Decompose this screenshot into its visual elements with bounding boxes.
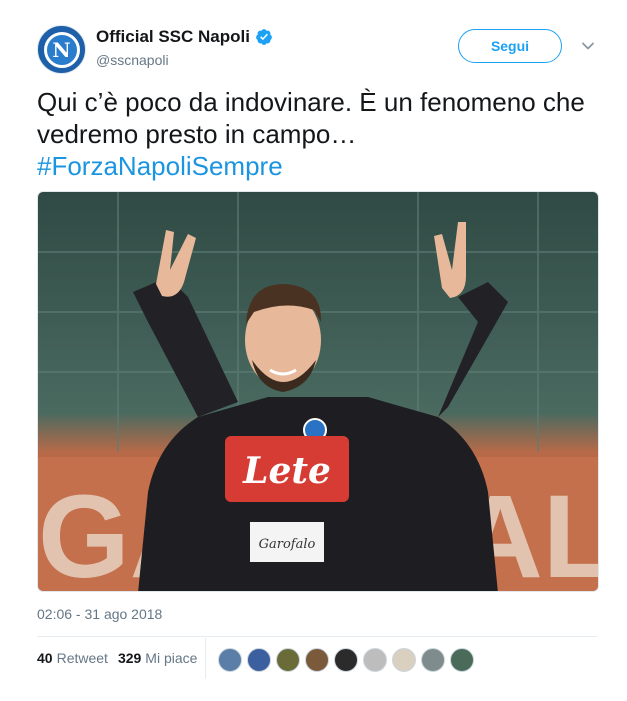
photo-illustration: GAROFALO Lete Garofalo: [38, 192, 598, 591]
liker-avatars: [218, 648, 479, 672]
stats-divider: [205, 638, 206, 679]
sponsor-logo: Lete: [242, 450, 331, 492]
tweet-card: N Official SSC Napoli @sscnapoli Segui Q…: [0, 0, 627, 701]
hashtag-link[interactable]: #ForzaNapoliSempre: [37, 151, 283, 181]
liker-avatar[interactable]: [247, 648, 271, 672]
napoli-logo-icon: N: [43, 31, 80, 68]
liker-avatar[interactable]: [305, 648, 329, 672]
liker-avatar[interactable]: [334, 648, 358, 672]
liker-avatar[interactable]: [276, 648, 300, 672]
tweet-photo[interactable]: GAROFALO Lete Garofalo: [37, 191, 599, 592]
avatar-letter: N: [52, 37, 71, 62]
liker-avatar[interactable]: [421, 648, 445, 672]
retweets-stat[interactable]: 40 Retweet: [37, 650, 108, 666]
verified-badge-icon: [256, 29, 272, 45]
likes-label: Mi piace: [145, 650, 198, 666]
handle[interactable]: @sscnapoli: [96, 52, 169, 68]
divider: [37, 636, 597, 637]
patch-logo: Garofalo: [259, 537, 316, 552]
follow-button-label: Segui: [490, 38, 530, 54]
chevron-down-icon[interactable]: [580, 38, 596, 54]
liker-avatar[interactable]: [450, 648, 474, 672]
liker-avatar[interactable]: [392, 648, 416, 672]
tweet-body: Qui c’è poco da indovinare. È un fenomen…: [37, 87, 585, 149]
tweet-stats: 40 Retweet 329 Mi piace: [37, 650, 207, 666]
follow-button[interactable]: Segui: [458, 29, 562, 63]
retweets-count: 40: [37, 650, 53, 666]
name-row: Official SSC Napoli: [96, 27, 273, 47]
tweet-text: Qui c’è poco da indovinare. È un fenomen…: [37, 86, 592, 182]
retweets-label: Retweet: [56, 650, 108, 666]
likes-count: 329: [117, 650, 142, 666]
tweet-timestamp[interactable]: 02:06 - 31 ago 2018: [37, 606, 162, 622]
likes-stat[interactable]: 329 Mi piace: [118, 650, 198, 666]
display-name[interactable]: Official SSC Napoli: [96, 27, 250, 47]
avatar[interactable]: N: [37, 25, 86, 74]
liker-avatar[interactable]: [363, 648, 387, 672]
liker-avatar[interactable]: [218, 648, 242, 672]
